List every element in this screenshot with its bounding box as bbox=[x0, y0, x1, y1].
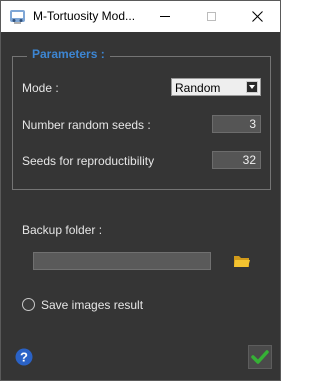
minimize-icon bbox=[160, 16, 170, 17]
close-button[interactable] bbox=[234, 1, 280, 32]
dialog-window: M-Tortuosity Mod... Parameters : Mode : … bbox=[0, 0, 281, 381]
mode-label: Mode : bbox=[22, 81, 59, 95]
title-bar: M-Tortuosity Mod... bbox=[1, 1, 280, 32]
backup-folder-label: Backup folder : bbox=[22, 223, 103, 237]
backup-folder-input[interactable] bbox=[33, 252, 211, 270]
svg-text:?: ? bbox=[20, 350, 28, 365]
num-seeds-input[interactable]: 3 bbox=[212, 115, 261, 133]
maximize-icon bbox=[206, 12, 216, 21]
dropdown-arrow-icon[interactable] bbox=[246, 81, 258, 93]
seeds-label: Seeds for reproductibility bbox=[22, 154, 155, 168]
mode-value: Random bbox=[175, 81, 221, 95]
maximize-button[interactable] bbox=[188, 1, 234, 32]
num-seeds-label: Number random seeds : bbox=[22, 118, 151, 132]
window-title: M-Tortuosity Mod... bbox=[33, 9, 136, 23]
browse-folder-button[interactable] bbox=[232, 252, 252, 270]
ok-button[interactable] bbox=[248, 345, 272, 369]
app-icon bbox=[9, 8, 26, 25]
close-icon bbox=[251, 11, 263, 22]
save-images-radio[interactable] bbox=[22, 298, 35, 311]
checkmark-icon bbox=[251, 350, 269, 364]
seeds-input[interactable]: 32 bbox=[212, 151, 261, 169]
help-button[interactable]: ? bbox=[15, 348, 33, 366]
help-icon: ? bbox=[15, 348, 33, 366]
folder-icon bbox=[234, 256, 250, 267]
minimize-button[interactable] bbox=[142, 1, 188, 32]
save-images-label: Save images result bbox=[41, 298, 144, 312]
mode-select[interactable]: Random bbox=[171, 78, 261, 96]
parameters-title: Parameters : bbox=[27, 47, 110, 61]
